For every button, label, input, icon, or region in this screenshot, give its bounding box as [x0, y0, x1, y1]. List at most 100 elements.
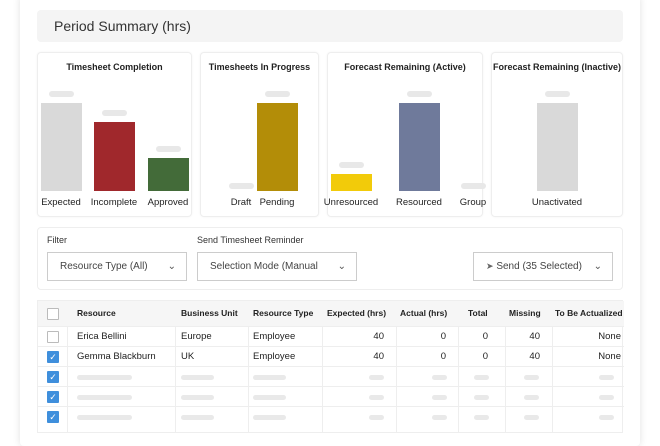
table-row[interactable]: Erica Bellini Europe Employee 40 0 0 40 None: [38, 326, 624, 346]
value-placeholder: [229, 183, 254, 189]
column-header[interactable]: Resource Type: [253, 301, 313, 326]
loading-placeholder: [77, 375, 132, 380]
chevron-down-icon: ⌄: [167, 261, 176, 272]
bar-label: Resourced: [396, 197, 442, 208]
chart-title: Timesheets In Progress: [208, 62, 311, 72]
loading-placeholder: [181, 395, 214, 400]
bar-expected[interactable]: [41, 103, 82, 191]
row-checkbox[interactable]: ✓: [47, 391, 59, 403]
selection-mode-dropdown[interactable]: Selection Mode (Manual ⌄: [197, 252, 357, 281]
dropdown-value: Selection Mode (Manual: [210, 261, 318, 272]
loading-placeholder: [181, 415, 214, 420]
bar-label: Approved: [147, 197, 189, 208]
loading-placeholder: [77, 395, 132, 400]
value-placeholder: [339, 162, 364, 169]
column-header[interactable]: Total: [468, 301, 488, 326]
loading-placeholder: [432, 375, 447, 380]
chart-title: Forecast Remaining (Inactive): [492, 62, 622, 72]
loading-placeholder: [369, 415, 384, 420]
send-button[interactable]: ➤ Send (35 Selected) ⌄: [473, 252, 613, 281]
chart-timesheets-in-progress: Timesheets In Progress Draft Pending: [200, 52, 319, 217]
loading-placeholder: [599, 415, 614, 420]
loading-placeholder: [369, 375, 384, 380]
chart-title: Forecast Remaining (Active): [344, 62, 466, 72]
loading-placeholder: [253, 375, 286, 380]
page-title: Period Summary (hrs): [37, 10, 623, 42]
bar-label: Pending: [259, 197, 295, 208]
loading-placeholder: [474, 415, 489, 420]
column-header[interactable]: Actual (hrs): [400, 301, 447, 326]
row-checkbox[interactable]: ✓: [47, 411, 59, 423]
loading-placeholder: [369, 395, 384, 400]
chevron-down-icon: ⌄: [333, 253, 346, 280]
loading-placeholder: [524, 375, 539, 380]
chart-title: Timesheet Completion: [66, 62, 163, 72]
table-cell: Erica Bellini: [77, 331, 127, 342]
bar-unactivated[interactable]: [537, 103, 578, 191]
chart-forecast-inactive: Forecast Remaining (Inactive) Unactivated: [491, 52, 623, 217]
table-cell: 0: [482, 351, 488, 362]
column-header[interactable]: Business Unit: [181, 301, 238, 326]
value-placeholder: [407, 91, 432, 97]
bar-unresourced[interactable]: [331, 174, 372, 191]
send-icon: ➤: [486, 261, 494, 271]
table-row[interactable]: ✓: [38, 386, 624, 406]
bar-label: Unresourced: [323, 197, 379, 208]
chart-timesheet-completion: Timesheet Completion Expected Incomplete Ap…: [37, 52, 192, 217]
bar-incomplete[interactable]: [94, 122, 135, 191]
value-placeholder: [545, 91, 570, 97]
value-placeholder: [49, 91, 74, 97]
column-header[interactable]: Missing: [509, 301, 541, 326]
row-checkbox[interactable]: ✓: [47, 351, 59, 363]
table-row[interactable]: ✓: [38, 406, 624, 426]
table-cell: 40: [373, 331, 384, 342]
table-cell: 40: [529, 351, 540, 362]
column-header[interactable]: To Be Actualized: [555, 301, 623, 326]
loading-placeholder: [432, 395, 447, 400]
loading-placeholder: [524, 395, 539, 400]
send-label: Send (35 Selected): [496, 261, 582, 272]
loading-placeholder: [181, 375, 214, 380]
column-header[interactable]: Expected (hrs): [327, 301, 386, 326]
table-cell: None: [598, 351, 621, 362]
value-placeholder: [461, 183, 486, 189]
row-checkbox[interactable]: [47, 331, 59, 343]
table-header: Resource Business Unit Resource Type Expect…: [38, 301, 624, 326]
table-cell: Gemma Blackburn: [77, 351, 156, 362]
loading-placeholder: [474, 395, 489, 400]
bar-resourced[interactable]: [399, 103, 440, 191]
filter-panel: Filter Send Timesheet Reminder Resource …: [37, 227, 623, 290]
chart-forecast-active: Forecast Remaining (Active) Unresourced Re…: [324, 52, 486, 217]
table-row[interactable]: ✓ Gemma Blackburn UK Employee 40 0 0 40 None: [38, 346, 624, 366]
row-checkbox[interactable]: ✓: [47, 371, 59, 383]
loading-placeholder: [599, 395, 614, 400]
table-cell: Europe: [181, 331, 212, 342]
bar-label: Incomplete: [90, 197, 138, 208]
dropdown-value: Resource Type (All): [60, 261, 148, 272]
value-placeholder: [156, 145, 181, 152]
bar-label: Unactivated: [531, 197, 583, 208]
bar-pending[interactable]: [257, 103, 298, 191]
loading-placeholder: [474, 375, 489, 380]
loading-placeholder: [253, 395, 286, 400]
column-header[interactable]: Resource: [77, 301, 116, 326]
table-cell: 40: [529, 331, 540, 342]
loading-placeholder: [524, 415, 539, 420]
reminder-label: Send Timesheet Reminder: [197, 235, 304, 245]
loading-placeholder: [77, 415, 132, 420]
table-cell: 40: [373, 351, 384, 362]
bar-label: Expected: [41, 197, 81, 208]
bar-approved[interactable]: [148, 157, 189, 191]
select-all-checkbox[interactable]: [47, 308, 59, 320]
resource-table: Resource Business Unit Resource Type Expect…: [37, 300, 624, 433]
loading-placeholder: [253, 415, 286, 420]
chevron-down-icon: ⌄: [593, 261, 602, 272]
table-cell: 0: [440, 331, 446, 342]
filter-label: Filter: [47, 235, 67, 245]
table-cell: Employee: [253, 331, 296, 342]
resource-type-dropdown[interactable]: Resource Type (All) ⌄: [47, 252, 187, 281]
value-placeholder: [102, 110, 127, 117]
table-row[interactable]: ✓: [38, 366, 624, 386]
loading-placeholder: [599, 375, 614, 380]
loading-placeholder: [432, 415, 447, 420]
